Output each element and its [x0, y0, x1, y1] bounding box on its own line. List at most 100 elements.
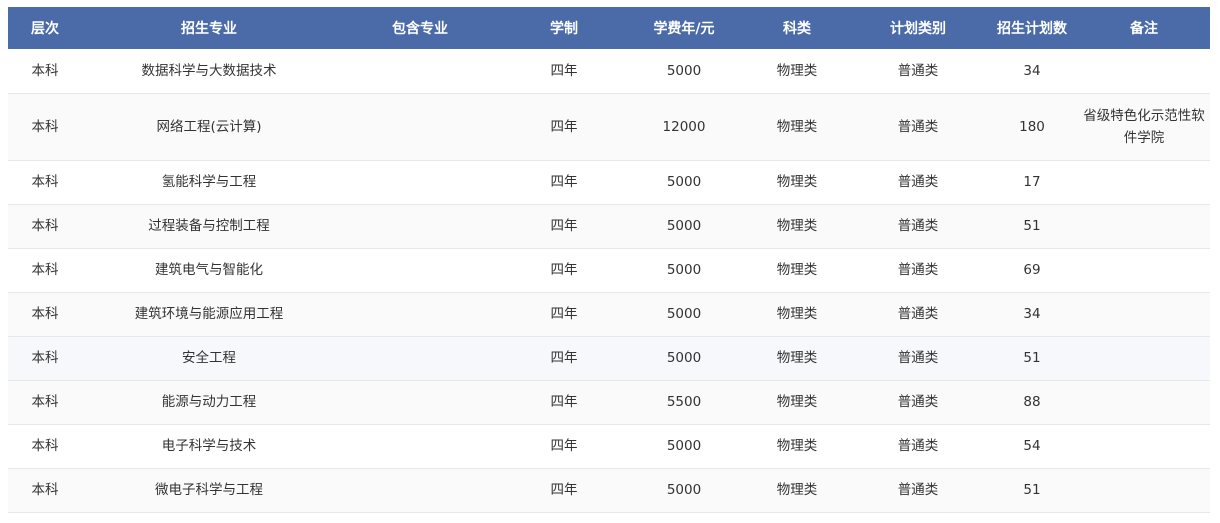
cell-fee: 5000: [624, 204, 744, 249]
cell-major: 电子科学与技术: [82, 424, 336, 469]
cell-category: 物理类: [744, 424, 850, 469]
cell-included: [336, 292, 504, 337]
header-level: 层次: [31, 21, 59, 37]
cell-note: [1078, 468, 1210, 513]
cell-included: [336, 49, 504, 94]
header-included-majors: 包含专业: [392, 21, 448, 37]
table-row: 本科 数据科学与大数据技术 四年 5000 物理类 普通类 34: [8, 49, 1210, 94]
cell-plan-type: 普通类: [850, 160, 986, 205]
cell-plan-type: 普通类: [850, 49, 986, 94]
cell-level: 本科: [8, 336, 82, 381]
cell-level: 本科: [8, 204, 82, 249]
header-plan-type: 计划类别: [890, 21, 946, 37]
cell-included: [336, 248, 504, 293]
cell-duration: 四年: [504, 160, 624, 205]
cell-category: 物理类: [744, 292, 850, 337]
cell-level: 本科: [8, 424, 82, 469]
cell-major: 网络工程(云计算): [82, 93, 336, 161]
cell-duration: 四年: [504, 336, 624, 381]
header-subject-category: 科类: [783, 21, 811, 37]
cell-level: 本科: [8, 468, 82, 513]
cell-plan-type: 普通类: [850, 468, 986, 513]
cell-included: [336, 204, 504, 249]
cell-plan-type: 普通类: [850, 93, 986, 161]
table-row: 本科 建筑电气与智能化 四年 5000 物理类 普通类 69: [8, 248, 1210, 293]
cell-note: [1078, 160, 1210, 205]
cell-duration: 四年: [504, 204, 624, 249]
cell-plan-count: 88: [986, 380, 1078, 425]
table-row: 本科 电子科学与技术 四年 5000 物理类 普通类 54: [8, 424, 1210, 469]
cell-plan-type: 普通类: [850, 204, 986, 249]
cell-duration: 四年: [504, 248, 624, 293]
cell-note: [1078, 380, 1210, 425]
cell-fee: 5000: [624, 468, 744, 513]
cell-level: 本科: [8, 292, 82, 337]
header-major: 招生专业: [181, 21, 237, 37]
cell-note: 省级特色化示范性软件学院: [1078, 93, 1210, 161]
table-row: 本科 氢能科学与工程 四年 5000 物理类 普通类 17: [8, 160, 1210, 205]
cell-duration: 四年: [504, 468, 624, 513]
header-duration: 学制: [550, 21, 578, 37]
table-row: 本科 建筑环境与能源应用工程 四年 5000 物理类 普通类 34: [8, 292, 1210, 337]
header-plan-count: 招生计划数: [997, 21, 1067, 37]
cell-major: 过程装备与控制工程: [82, 204, 336, 249]
cell-duration: 四年: [504, 424, 624, 469]
cell-note: [1078, 204, 1210, 249]
cell-category: 物理类: [744, 160, 850, 205]
cell-plan-count: 34: [986, 49, 1078, 94]
cell-major: 建筑环境与能源应用工程: [82, 292, 336, 337]
table-row: 本科 过程装备与控制工程 四年 5000 物理类 普通类 51: [8, 204, 1210, 249]
cell-included: [336, 93, 504, 161]
cell-category: 物理类: [744, 49, 850, 94]
table-row: 本科 网络工程(云计算) 四年 12000 物理类 普通类 180 省级特色化示…: [8, 93, 1210, 161]
cell-level: 本科: [8, 49, 82, 94]
cell-fee: 5000: [624, 424, 744, 469]
cell-plan-count: 17: [986, 160, 1078, 205]
table-row: 本科 安全工程 四年 5000 物理类 普通类 51: [8, 336, 1210, 381]
cell-major: 微电子科学与工程: [82, 468, 336, 513]
cell-plan-type: 普通类: [850, 380, 986, 425]
cell-duration: 四年: [504, 380, 624, 425]
cell-category: 物理类: [744, 204, 850, 249]
cell-duration: 四年: [504, 93, 624, 161]
cell-fee: 5500: [624, 380, 744, 425]
cell-major: 数据科学与大数据技术: [82, 49, 336, 94]
cell-level: 本科: [8, 160, 82, 205]
cell-plan-type: 普通类: [850, 248, 986, 293]
cell-category: 物理类: [744, 380, 850, 425]
cell-major: 建筑电气与智能化: [82, 248, 336, 293]
cell-plan-count: 54: [986, 424, 1078, 469]
cell-note: [1078, 49, 1210, 94]
cell-level: 本科: [8, 380, 82, 425]
cell-plan-type: 普通类: [850, 424, 986, 469]
cell-included: [336, 160, 504, 205]
table-row: 本科 能源与动力工程 四年 5500 物理类 普通类 88: [8, 380, 1210, 425]
cell-major: 氢能科学与工程: [82, 160, 336, 205]
cell-fee: 5000: [624, 248, 744, 293]
table-header-row: 层次 招生专业 包含专业 学制 学费年/元 科类 计划类别 招生计划数 备注: [8, 7, 1210, 49]
cell-plan-count: 51: [986, 336, 1078, 381]
cell-category: 物理类: [744, 248, 850, 293]
cell-major: 能源与动力工程: [82, 380, 336, 425]
cell-included: [336, 468, 504, 513]
table-row: 本科 微电子科学与工程 四年 5000 物理类 普通类 51: [8, 468, 1210, 513]
cell-included: [336, 424, 504, 469]
cell-category: 物理类: [744, 93, 850, 161]
cell-plan-count: 51: [986, 468, 1078, 513]
admission-plan-table: 层次 招生专业 包含专业 学制 学费年/元 科类 计划类别 招生计划数 备注 本…: [8, 7, 1210, 513]
cell-included: [336, 336, 504, 381]
cell-level: 本科: [8, 248, 82, 293]
cell-duration: 四年: [504, 292, 624, 337]
cell-fee: 12000: [624, 93, 744, 161]
cell-plan-count: 180: [986, 93, 1078, 161]
cell-fee: 5000: [624, 292, 744, 337]
cell-category: 物理类: [744, 468, 850, 513]
header-remarks: 备注: [1130, 21, 1158, 37]
cell-plan-type: 普通类: [850, 336, 986, 381]
cell-fee: 5000: [624, 160, 744, 205]
cell-fee: 5000: [624, 49, 744, 94]
cell-fee: 5000: [624, 336, 744, 381]
cell-category: 物理类: [744, 336, 850, 381]
header-tuition: 学费年/元: [653, 21, 715, 37]
cell-major: 安全工程: [82, 336, 336, 381]
